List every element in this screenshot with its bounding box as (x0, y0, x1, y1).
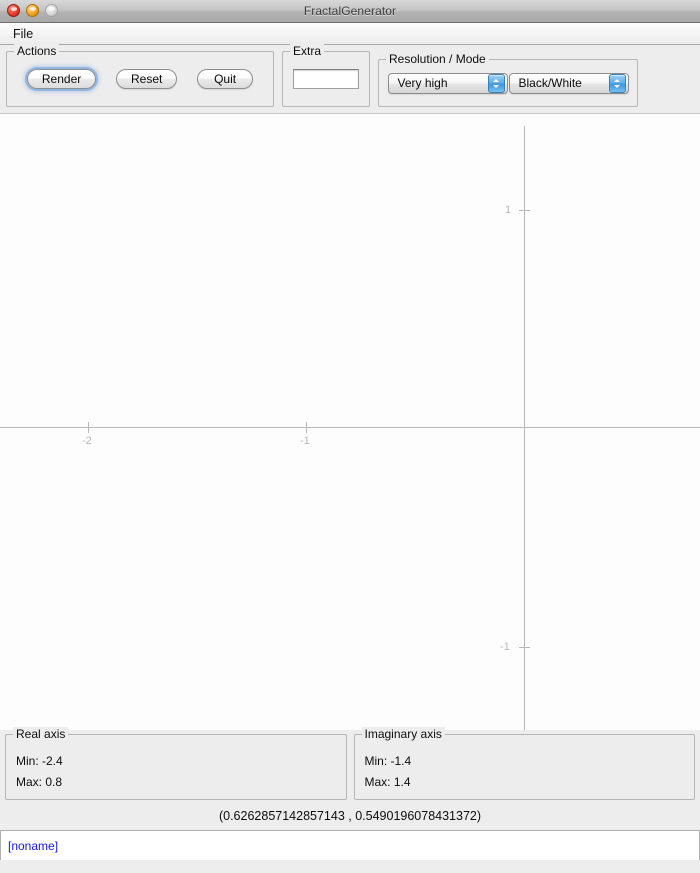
real-axis-max: Max: 0.8 (16, 775, 63, 789)
y-tick-mark (519, 210, 530, 211)
y-tick-label: -1 (500, 641, 510, 653)
extra-group-label: Extra (290, 44, 325, 58)
x-tick-label: -1 (300, 435, 310, 447)
mode-select[interactable]: Black/White (508, 72, 629, 94)
fractal-canvas[interactable]: 1 -1 -2 -1 (0, 113, 700, 730)
zoom-button[interactable] (45, 4, 58, 17)
status-bar-text: [noname] (8, 838, 59, 853)
chevron-updown-icon[interactable] (487, 73, 505, 93)
imaginary-axis-group: Imaginary axis Min: -1.4 Max: 1.4 (353, 727, 695, 800)
render-button[interactable]: Render (26, 69, 97, 89)
y-tick-mark (519, 647, 530, 648)
toolbar: Actions Render Reset Quit Extra Resoluti… (0, 44, 700, 113)
real-axis-line (0, 427, 700, 428)
imaginary-axis-min: Min: -1.4 (364, 754, 412, 768)
resolution-mode-group-label: Resolution / Mode (386, 52, 489, 66)
actions-group: Actions Render Reset Quit (6, 44, 274, 107)
resolution-mode-group: Resolution / Mode Very high Black/White (378, 52, 638, 107)
extra-group: Extra (282, 44, 370, 107)
real-axis-min: Min: -2.4 (16, 754, 63, 768)
close-button[interactable] (7, 4, 20, 17)
menu-bar: File (0, 23, 700, 45)
cursor-coordinates: (0.6262857142857143 , 0.5490196078431372… (218, 809, 482, 823)
imaginary-axis-max: Max: 1.4 (364, 775, 411, 789)
menu-item-file[interactable]: File (8, 26, 38, 42)
minimize-button[interactable] (26, 4, 39, 17)
reset-button[interactable]: Reset (115, 69, 178, 89)
x-tick-label: -2 (82, 435, 92, 447)
imaginary-axis-line (524, 126, 525, 730)
title-bar: FractalGenerator (0, 0, 700, 23)
actions-group-label: Actions (14, 44, 60, 58)
real-axis-group: Real axis Min: -2.4 Max: 0.8 (5, 727, 347, 800)
fractal-generator-window: FractalGenerator File Actions Render Res… (0, 0, 700, 873)
x-tick-mark (88, 422, 89, 433)
resolution-select-value: Very high (397, 76, 448, 90)
x-tick-mark (306, 422, 307, 433)
imaginary-axis-group-label: Imaginary axis (361, 727, 445, 741)
axis-info-row: Real axis Min: -2.4 Max: 0.8 Imaginary a… (5, 727, 695, 800)
y-tick-label: 1 (505, 204, 512, 216)
extra-input[interactable] (293, 69, 359, 89)
mode-select-value: Black/White (518, 76, 582, 90)
window-title: FractalGenerator (303, 4, 397, 18)
chevron-updown-icon[interactable] (608, 73, 626, 93)
footer: Real axis Min: -2.4 Max: 0.8 Imaginary a… (0, 727, 700, 830)
window-controls (7, 4, 58, 17)
status-bar: [noname] (0, 830, 700, 860)
resolution-select[interactable]: Very high (387, 72, 508, 94)
real-axis-group-label: Real axis (13, 727, 69, 741)
quit-button[interactable]: Quit (197, 69, 254, 89)
